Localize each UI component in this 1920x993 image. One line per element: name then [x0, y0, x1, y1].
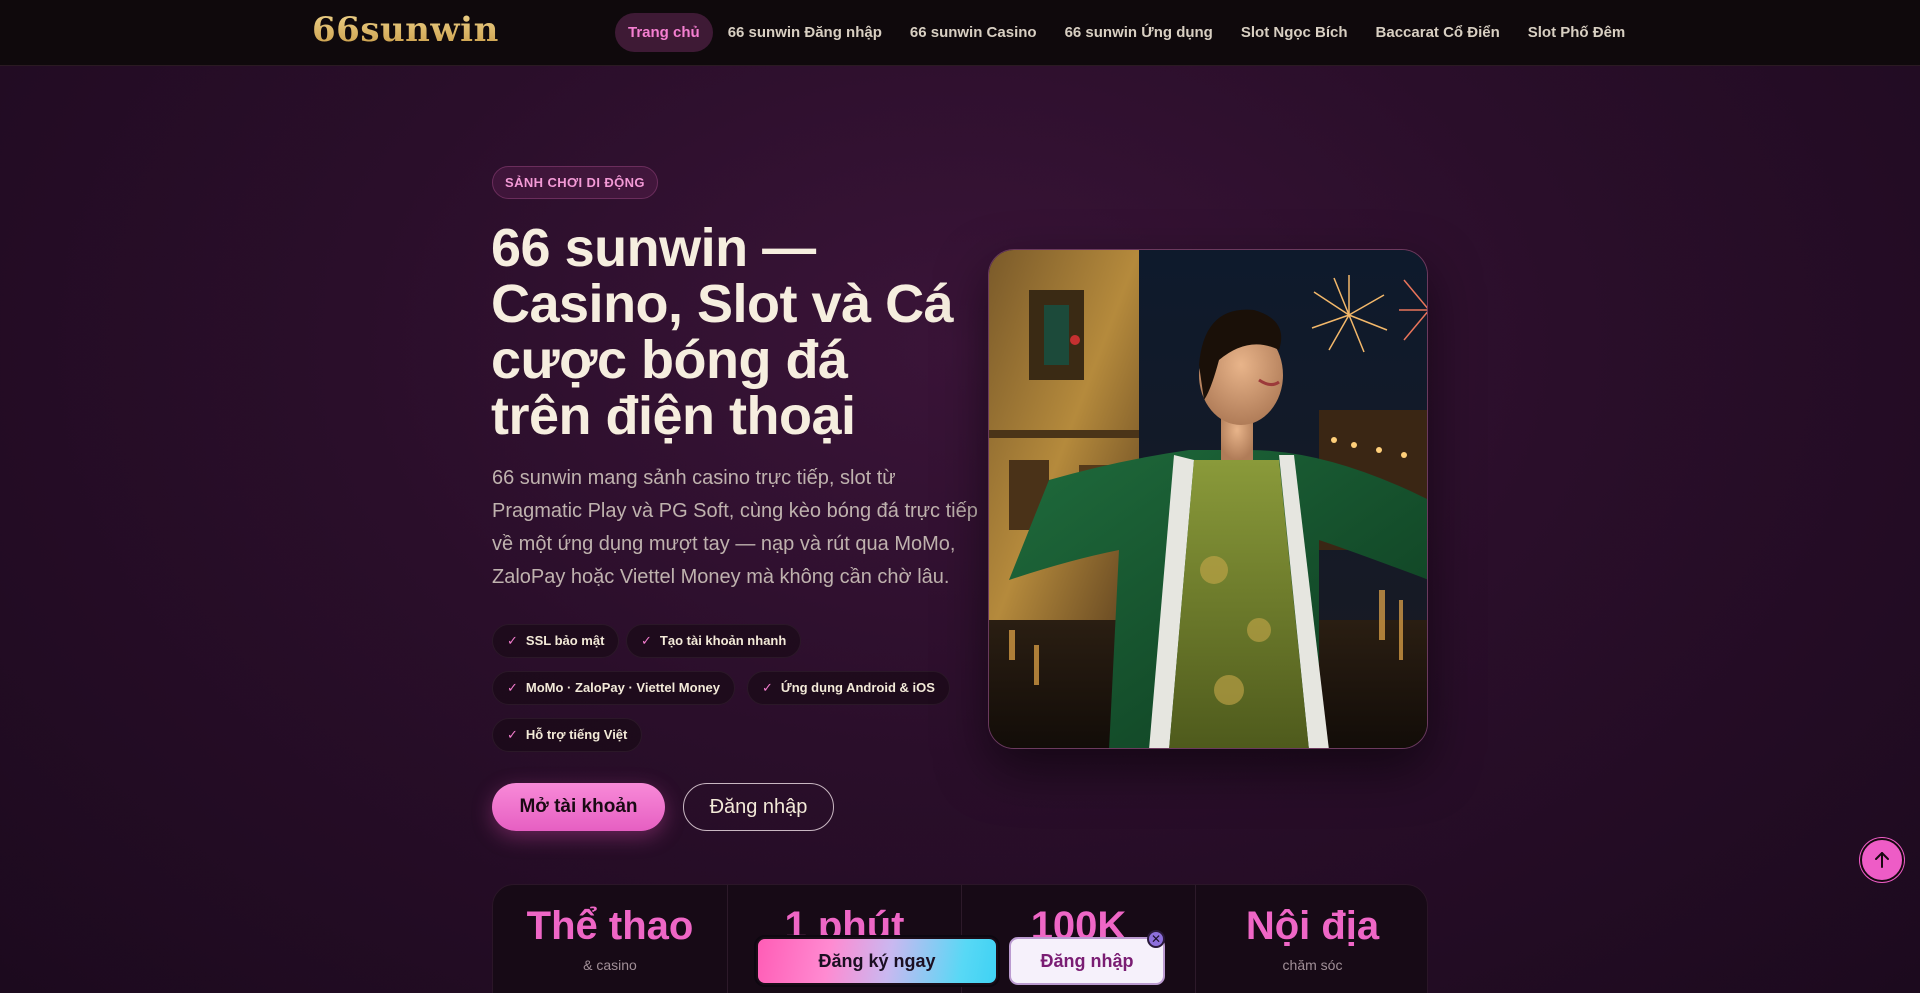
- login-button[interactable]: Đăng nhập: [683, 783, 834, 831]
- stat-label: & casino: [583, 957, 637, 973]
- nav-item-app[interactable]: 66 sunwin Ứng dụng: [1052, 13, 1226, 52]
- feature-chip-label: MoMo · ZaloPay · Viettel Money: [525, 680, 720, 695]
- check-icon: ✓: [507, 633, 518, 648]
- check-icon: ✓: [641, 633, 652, 648]
- feature-chip-vietnamese-support: ✓ Hỗ trợ tiếng Việt: [492, 718, 643, 752]
- nav-item-slot-pho-dem[interactable]: Slot Phố Đêm: [1515, 13, 1639, 52]
- floating-register-button[interactable]: Đăng ký ngay: [756, 937, 998, 985]
- top-navbar: 66sunwin Trang chủ 66 sunwin Đăng nhập 6…: [0, 0, 1920, 66]
- floating-login-button[interactable]: Đăng nhập: [1009, 937, 1165, 985]
- check-icon: ✓: [507, 680, 518, 695]
- hero-title: 66 sunwin — Casino, Slot và Cá cược bóng…: [491, 218, 954, 446]
- hero-photo: [988, 249, 1428, 749]
- stat-label: chăm sóc: [1282, 957, 1343, 973]
- stat-value: Thể thao: [526, 904, 694, 948]
- open-account-button[interactable]: Mở tài khoản: [492, 783, 665, 831]
- feature-chip-label: Ứng dụng Android & iOS: [780, 680, 935, 695]
- main-nav: Trang chủ 66 sunwin Đăng nhập 66 sunwin …: [615, 13, 1640, 52]
- feature-chip-mobile-app: ✓ Ứng dụng Android & iOS: [747, 671, 950, 705]
- nav-item-home[interactable]: Trang chủ: [615, 13, 713, 52]
- feature-chip-label: Hỗ trợ tiếng Việt: [525, 727, 628, 742]
- hero-description: 66 sunwin mang sảnh casino trực tiếp, sl…: [492, 467, 978, 588]
- feature-chip-quick-account: ✓ Tạo tài khoản nhanh: [626, 624, 802, 658]
- feature-chip-label: Tạo tài khoản nhanh: [659, 633, 787, 648]
- check-icon: ✓: [507, 727, 518, 742]
- stat-sports-casino: Thể thao & casino: [493, 885, 727, 993]
- hero-eyebrow-badge: SẢNH CHƠI DI ĐỘNG: [492, 166, 658, 199]
- close-icon[interactable]: ✕: [1147, 930, 1165, 948]
- nav-item-casino[interactable]: 66 sunwin Casino: [897, 13, 1050, 52]
- scroll-to-top-button[interactable]: [1860, 838, 1904, 882]
- feature-chip-ssl: ✓ SSL bảo mật: [492, 624, 620, 658]
- nav-item-slot-ngoc-bich[interactable]: Slot Ngọc Bích: [1228, 13, 1361, 52]
- check-icon: ✓: [762, 680, 773, 695]
- feature-chip-payments: ✓ MoMo · ZaloPay · Viettel Money: [492, 671, 735, 705]
- arrow-up-icon: [1875, 852, 1889, 868]
- hero-photo-illustration: [989, 250, 1427, 748]
- site-logo[interactable]: 66sunwin: [312, 10, 499, 50]
- stat-domestic-care: Nội địa chăm sóc: [1195, 885, 1429, 993]
- nav-item-login[interactable]: 66 sunwin Đăng nhập: [715, 13, 895, 52]
- feature-chip-label: SSL bảo mật: [525, 633, 605, 648]
- stat-value: Nội địa: [1245, 904, 1380, 948]
- nav-item-baccarat[interactable]: Baccarat Cổ Điển: [1363, 13, 1513, 52]
